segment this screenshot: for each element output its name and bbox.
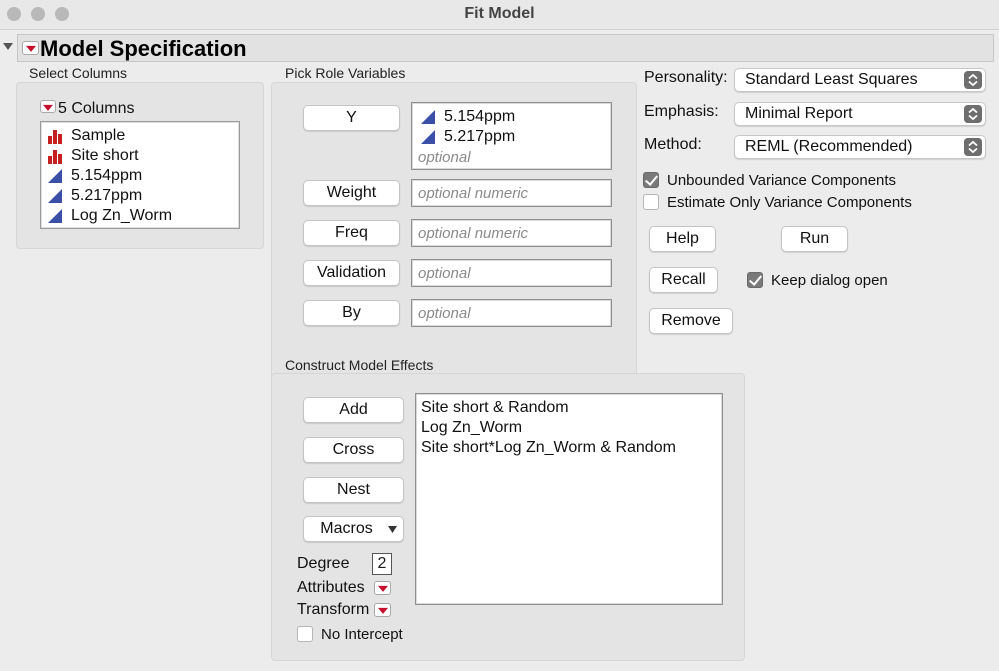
columns-red-triangle-icon[interactable] (40, 100, 56, 113)
pick-role-panel: Y 5.154ppm 5.217ppm optional Weight opti… (271, 82, 637, 381)
stepper-arrows-icon (964, 71, 982, 89)
disclosure-triangle-icon[interactable] (3, 43, 13, 50)
degree-label: Degree (297, 555, 350, 572)
keep-dialog-open-label: Keep dialog open (771, 272, 888, 289)
degree-input[interactable]: 2 (372, 553, 392, 575)
validation-role-field[interactable]: optional (411, 259, 612, 287)
model-spec-header: Model Specification (17, 34, 994, 62)
continuous-triangle-icon (48, 169, 62, 183)
window-title: Fit Model (464, 5, 535, 22)
y-placeholder: optional (418, 149, 471, 166)
attributes-label: Attributes (297, 579, 365, 596)
red-triangle-menu-icon[interactable] (22, 41, 39, 55)
stepper-arrows-icon (964, 105, 982, 123)
continuous-triangle-icon (48, 209, 62, 223)
continuous-triangle-icon (421, 130, 435, 144)
estimate-only-label: Estimate Only Variance Components (667, 194, 912, 211)
pick-role-label: Pick Role Variables (285, 65, 406, 81)
no-intercept-checkbox[interactable] (297, 626, 313, 642)
select-columns-panel: 5 Columns Sample Site short 5.154ppm 5.2… (16, 82, 264, 249)
help-button[interactable]: Help (649, 226, 716, 252)
unbounded-variance-checkbox[interactable] (643, 172, 659, 188)
continuous-triangle-icon (48, 189, 62, 203)
list-item[interactable]: Site short & Random (421, 399, 569, 417)
stepper-arrows-icon (964, 138, 982, 156)
list-item[interactable]: Site short*Log Zn_Worm & Random (421, 439, 676, 457)
validation-placeholder: optional (418, 265, 471, 282)
select-columns-label: Select Columns (29, 65, 128, 81)
model-effects-list[interactable]: Site short & Random Log Zn_Worm Site sho… (415, 393, 723, 605)
transform-label: Transform (297, 601, 370, 618)
remove-button[interactable]: Remove (649, 308, 733, 334)
emphasis-select[interactable]: Minimal Report (734, 102, 986, 126)
weight-role-field[interactable]: optional numeric (411, 179, 612, 207)
personality-label: Personality: (644, 69, 728, 86)
run-button[interactable]: Run (781, 226, 848, 252)
no-intercept-label: No Intercept (321, 626, 403, 643)
unbounded-variance-label: Unbounded Variance Components (667, 172, 897, 189)
freq-role-button[interactable]: Freq (303, 220, 400, 246)
emphasis-label: Emphasis: (644, 103, 719, 120)
method-label: Method: (644, 136, 702, 153)
recall-button[interactable]: Recall (649, 267, 718, 293)
construct-effects-panel: Add Cross Nest Macros Degree 2 Attribute… (271, 373, 745, 661)
estimate-only-checkbox[interactable] (643, 194, 659, 210)
nominal-bar-icon (48, 150, 62, 164)
model-spec-title: Model Specification (40, 36, 247, 61)
title-bar: Fit Model (0, 0, 999, 30)
dialog-content: Model Specification Select Columns 5 Col… (0, 30, 999, 671)
cross-effect-button[interactable]: Cross (303, 437, 404, 463)
method-select[interactable]: REML (Recommended) (734, 135, 986, 159)
transform-red-triangle-icon[interactable] (374, 603, 391, 617)
columns-list[interactable]: Sample Site short 5.154ppm 5.217ppm Log … (40, 121, 240, 229)
by-role-field[interactable]: optional (411, 299, 612, 327)
freq-role-field[interactable]: optional numeric (411, 219, 612, 247)
add-effect-button[interactable]: Add (303, 397, 404, 423)
construct-effects-label: Construct Model Effects (285, 357, 434, 373)
attributes-red-triangle-icon[interactable] (374, 581, 391, 595)
weight-placeholder: optional numeric (418, 185, 529, 202)
chevron-down-icon (388, 526, 397, 533)
nest-effect-button[interactable]: Nest (303, 477, 404, 503)
keep-dialog-open-checkbox[interactable] (747, 272, 763, 288)
by-role-button[interactable]: By (303, 300, 400, 326)
validation-role-button[interactable]: Validation (303, 260, 400, 286)
continuous-triangle-icon (421, 110, 435, 124)
y-role-button[interactable]: Y (303, 105, 400, 131)
macros-button[interactable]: Macros (303, 516, 404, 542)
personality-select[interactable]: Standard Least Squares (734, 68, 986, 92)
y-role-field[interactable]: 5.154ppm 5.217ppm optional (411, 102, 612, 170)
weight-role-button[interactable]: Weight (303, 180, 400, 206)
freq-placeholder: optional numeric (418, 225, 529, 242)
list-item[interactable]: Log Zn_Worm (421, 419, 522, 437)
columns-count-label: 5 Columns (58, 100, 135, 117)
by-placeholder: optional (418, 305, 471, 322)
nominal-bar-icon (48, 130, 62, 144)
